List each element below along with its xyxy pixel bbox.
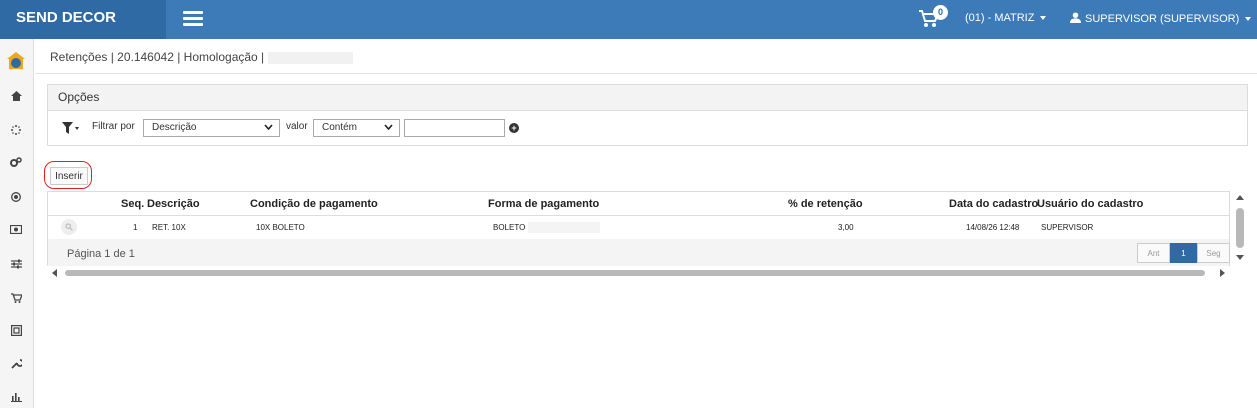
- cell-condicao: 10X BOLETO: [256, 223, 305, 232]
- target-icon[interactable]: [8, 189, 24, 205]
- filter-by-label: Filtrar por: [92, 121, 135, 132]
- cell-data: 14/08/26 12:48: [966, 223, 1020, 232]
- sidebar: [0, 39, 34, 408]
- spinner-icon[interactable]: [8, 122, 24, 138]
- chevron-down-icon: [264, 124, 273, 130]
- cell-seq: 1: [133, 223, 138, 232]
- scroll-right-icon[interactable]: [1220, 269, 1226, 277]
- branch-label: (01) - MATRIZ: [965, 12, 1035, 24]
- filter-value-input[interactable]: [404, 119, 505, 137]
- options-title: Opções: [48, 85, 1247, 111]
- column-header[interactable]: Descrição: [147, 198, 200, 210]
- column-header[interactable]: Usuário do cadastro: [1037, 198, 1143, 210]
- user-menu[interactable]: SUPERVISOR (SUPERVISOR): [1070, 12, 1252, 25]
- table-footer: Página 1 de 1 Ant 1 Seg: [48, 239, 1230, 266]
- filter-field-value: Descrição: [152, 122, 197, 133]
- redacted-area: [528, 222, 600, 233]
- vertical-scroll-thumb[interactable]: [1236, 208, 1244, 248]
- column-header[interactable]: Forma de pagamento: [488, 198, 599, 210]
- chevron-down-icon: [1040, 16, 1047, 21]
- prev-page-button[interactable]: Ant: [1137, 243, 1170, 263]
- cart-count-badge: 0: [933, 5, 948, 20]
- bar-chart-icon[interactable]: [8, 389, 24, 405]
- user-icon: [1070, 12, 1081, 23]
- redacted-area: [268, 51, 354, 64]
- vertical-scrollbar[interactable]: [1233, 191, 1247, 266]
- home-icon[interactable]: [8, 88, 24, 104]
- insert-button[interactable]: Inserir: [50, 167, 88, 185]
- cell-forma: BOLETO: [493, 223, 526, 232]
- scroll-down-icon[interactable]: [1236, 255, 1244, 261]
- logo-icon[interactable]: [6, 51, 26, 71]
- breadcrumb: Retenções | 20.146042 | Homologação |: [50, 50, 354, 64]
- view-record-button[interactable]: [61, 219, 77, 235]
- table-header: Seq. Descrição Condição de pagamento For…: [48, 192, 1229, 216]
- next-page-button[interactable]: Seg: [1197, 243, 1230, 263]
- image-icon[interactable]: [8, 322, 24, 338]
- search-icon: [65, 223, 73, 231]
- column-header[interactable]: % de retenção: [788, 198, 863, 210]
- filter-icon[interactable]: [62, 122, 80, 138]
- options-panel: Opções Filtrar por Descrição valor Conté…: [47, 84, 1248, 146]
- retentions-table: Seq. Descrição Condição de pagamento For…: [47, 191, 1230, 266]
- top-bar: SEND DECOR 0 (01) - MATRIZ SUPERVISOR (S…: [0, 0, 1257, 39]
- horizontal-scrollbar[interactable]: [47, 267, 1230, 279]
- column-header[interactable]: Data do cadastro: [949, 198, 1038, 210]
- gears-icon[interactable]: [8, 154, 24, 170]
- breadcrumb-text: Retenções | 20.146042 | Homologação |: [50, 50, 265, 64]
- add-filter-icon[interactable]: +: [509, 123, 519, 133]
- chevron-down-icon: [1245, 17, 1252, 22]
- divider: [35, 73, 1257, 74]
- operator-select[interactable]: Contém: [313, 119, 400, 137]
- user-label: SUPERVISOR (SUPERVISOR): [1085, 13, 1240, 25]
- scroll-left-icon[interactable]: [51, 269, 57, 277]
- branch-selector[interactable]: (01) - MATRIZ: [965, 12, 1047, 24]
- table-row[interactable]: 1 RET. 10X 10X BOLETO BOLETO 3,00 14/08/…: [48, 215, 1229, 240]
- chevron-down-icon: [384, 124, 393, 130]
- scroll-up-icon[interactable]: [1236, 194, 1244, 200]
- column-header[interactable]: Condição de pagamento: [250, 198, 378, 210]
- menu-toggle-icon[interactable]: [183, 11, 203, 27]
- cell-retencao: 3,00: [838, 223, 854, 232]
- wrench-icon[interactable]: [8, 355, 24, 371]
- filter-field-select[interactable]: Descrição: [143, 119, 280, 137]
- brand-logo[interactable]: SEND DECOR: [0, 0, 166, 39]
- filter-row: Filtrar por Descrição valor Contém +: [48, 119, 1247, 139]
- page-info: Página 1 de 1: [67, 248, 135, 260]
- cell-usuario: SUPERVISOR: [1041, 223, 1094, 232]
- horizontal-scroll-thumb[interactable]: [65, 270, 1205, 276]
- value-label: valor: [286, 121, 308, 132]
- cell-descricao: RET. 10X: [152, 223, 186, 232]
- page-button-current[interactable]: 1: [1170, 243, 1197, 263]
- cart-icon[interactable]: [8, 290, 24, 306]
- sliders-icon[interactable]: [8, 256, 24, 272]
- money-icon[interactable]: [8, 221, 24, 237]
- column-header[interactable]: Seq.: [121, 198, 144, 210]
- operator-value: Contém: [322, 122, 358, 133]
